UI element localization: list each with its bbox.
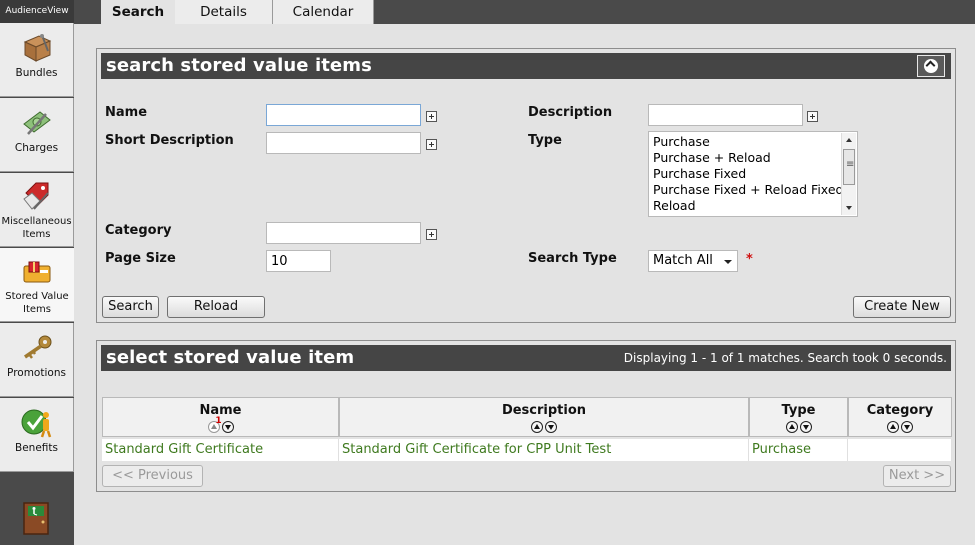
sidebar-item-benefits[interactable]: Benefits [0, 398, 74, 472]
sidebar-item-label: Benefits [15, 442, 58, 454]
page-size-label: Page Size [105, 251, 176, 266]
column-header-description[interactable]: Description [339, 397, 749, 437]
type-option[interactable]: Purchase + Reload [649, 150, 840, 166]
description-expand-icon[interactable] [807, 111, 818, 122]
results-table: Name 1 Description Type Category Standar… [102, 397, 952, 463]
sidebar-item-miscellaneous-items[interactable]: Miscellaneous Items [0, 173, 74, 247]
sort-ascending-icon[interactable]: 1 [207, 416, 222, 433]
type-option[interactable]: Purchase Fixed [649, 166, 840, 182]
box-icon [23, 34, 51, 62]
results-panel-title: select stored value item [106, 347, 355, 368]
search-type-label: Search Type [528, 251, 617, 266]
sidebar-item-bundles[interactable]: Bundles [0, 23, 74, 97]
short-description-label: Short Description [105, 133, 234, 148]
search-panel-title: search stored value items [106, 55, 372, 76]
category-input[interactable] [266, 222, 421, 244]
sidebar: AudienceView Bundles Charges Miscellaneo… [0, 0, 74, 545]
chevron-up-icon [924, 59, 938, 73]
results-panel-header: select stored value item Displaying 1 - … [101, 345, 951, 371]
column-header-type[interactable]: Type [749, 397, 848, 437]
tag-icon [22, 182, 49, 210]
sort-descending-icon[interactable] [901, 420, 913, 433]
chevron-down-icon [724, 260, 732, 264]
sort-ascending-icon[interactable] [531, 420, 543, 433]
cell-description[interactable]: Standard Gift Certificate for CPP Unit T… [339, 439, 749, 461]
sidebar-item-promotions[interactable]: Promotions [0, 323, 74, 397]
type-listbox[interactable]: Purchase Purchase + Reload Purchase Fixe… [648, 131, 858, 217]
cell-category[interactable] [848, 439, 952, 461]
type-option[interactable]: Purchase Fixed + Reload Fixed [649, 182, 843, 198]
page-size-input[interactable] [266, 250, 331, 272]
search-type-select[interactable]: Match All [648, 250, 738, 272]
reload-button[interactable]: Reload [167, 296, 265, 318]
type-option[interactable]: Purchase [649, 134, 840, 150]
sidebar-item-label: Charges [14, 142, 59, 154]
sidebar-item-charges[interactable]: Charges [0, 98, 74, 172]
money-icon [22, 111, 51, 135]
short-description-input[interactable] [266, 132, 421, 154]
gift-card-icon [23, 261, 51, 283]
sort-controls [886, 419, 914, 433]
tab-bar: Search Details Calendar [74, 0, 975, 24]
results-panel: select stored value item Displaying 1 - … [96, 340, 956, 492]
category-label: Category [105, 223, 172, 238]
type-option[interactable]: Reload [649, 198, 840, 214]
tab-calendar[interactable]: Calendar [273, 0, 374, 24]
cell-name[interactable]: Standard Gift Certificate [102, 439, 339, 461]
search-type-value: Match All [653, 253, 713, 268]
key-icon [23, 335, 51, 359]
tab-details[interactable]: Details [175, 0, 273, 24]
sort-ascending-icon[interactable] [887, 420, 899, 433]
sidebar-item-label: Miscellaneous Items [1, 216, 72, 240]
name-label: Name [105, 105, 148, 120]
sidebar-item-stored-value-items[interactable]: Stored Value Items [0, 248, 74, 322]
column-header-name[interactable]: Name 1 [102, 397, 339, 437]
tab-search[interactable]: Search [101, 0, 176, 24]
sort-descending-icon[interactable] [545, 420, 557, 433]
previous-page-button[interactable]: << Previous [102, 465, 203, 487]
cell-type[interactable]: Purchase [749, 439, 848, 461]
exit-door-icon[interactable] [23, 502, 49, 535]
search-panel-header: search stored value items [101, 53, 951, 79]
column-header-category[interactable]: Category [848, 397, 952, 437]
required-marker: * [746, 252, 753, 267]
type-scrollbar[interactable] [841, 133, 856, 215]
next-page-button[interactable]: Next >> [883, 465, 951, 487]
sidebar-item-label: Promotions [7, 367, 66, 379]
checkmark-person-icon [21, 409, 51, 438]
name-expand-icon[interactable] [426, 111, 437, 122]
description-input[interactable] [648, 104, 803, 126]
name-input[interactable] [266, 104, 421, 126]
sort-ascending-icon[interactable] [785, 420, 798, 433]
sort-order-index: 1 [215, 416, 222, 426]
sidebar-item-label: Stored Value Items [5, 291, 69, 315]
sidebar-item-label: Bundles [15, 67, 58, 79]
description-label: Description [528, 105, 613, 120]
search-button[interactable]: Search [102, 296, 159, 318]
category-expand-icon[interactable] [426, 229, 437, 240]
scroll-up-icon[interactable] [842, 133, 856, 147]
short-description-expand-icon[interactable] [426, 139, 437, 150]
scroll-thumb[interactable] [843, 149, 855, 185]
sort-descending-icon[interactable] [799, 420, 812, 433]
collapse-button[interactable] [917, 55, 945, 77]
sort-controls [785, 419, 813, 433]
type-label: Type [528, 133, 562, 148]
results-status: Displaying 1 - 1 of 1 matches. Search to… [623, 351, 947, 365]
sort-descending-icon[interactable] [221, 420, 234, 433]
sort-controls [530, 419, 558, 433]
search-panel: search stored value items Name Short Des… [96, 48, 956, 323]
sort-controls: 1 [207, 416, 235, 433]
brand-label: AudienceView [0, 0, 74, 23]
create-new-button[interactable]: Create New [853, 296, 951, 318]
main-content: search stored value items Name Short Des… [74, 24, 975, 545]
scroll-down-icon[interactable] [842, 201, 856, 215]
